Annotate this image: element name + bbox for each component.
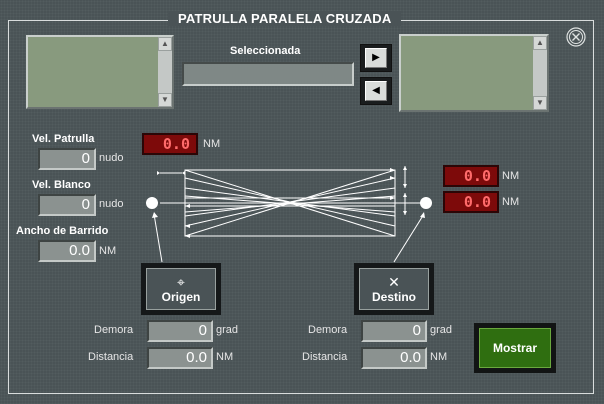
- origen-button[interactable]: ⌖ Origen: [141, 263, 221, 315]
- destino-button-label: Destino: [371, 290, 416, 304]
- vel-blanco-label: Vel. Blanco: [32, 179, 91, 191]
- ancho-barrido-unit: NM: [99, 245, 117, 257]
- scroll-up-arrow-icon[interactable]: ▲: [158, 37, 172, 51]
- mostrar-button-label: Mostrar: [479, 328, 551, 368]
- destination-list[interactable]: ▲ ▼: [399, 34, 549, 112]
- scroll-down-arrow-icon[interactable]: ▼: [533, 96, 547, 110]
- selection-label: Seleccionada: [230, 45, 301, 57]
- vel-patrulla-label: Vel. Patrulla: [32, 133, 95, 145]
- move-left-button[interactable]: ◀: [360, 77, 392, 105]
- track-spacing-unit: NM: [203, 138, 221, 150]
- right-bottom-readout: 0.0: [443, 191, 499, 213]
- origin-list[interactable]: ▲ ▼: [26, 35, 174, 109]
- origen-demora-unit: grad: [216, 324, 239, 336]
- mostrar-button[interactable]: Mostrar: [474, 323, 556, 373]
- destino-demora-unit: grad: [430, 324, 453, 336]
- right-bottom-unit: NM: [502, 196, 520, 208]
- destino-button[interactable]: ✕ Destino: [354, 263, 434, 315]
- scroll-down-arrow-icon[interactable]: ▼: [158, 93, 172, 107]
- right-top-unit: NM: [502, 170, 520, 182]
- ancho-barrido-label: Ancho de Barrido: [16, 225, 109, 237]
- arrow-right-icon: ▶: [365, 48, 387, 68]
- ancho-barrido-input[interactable]: 0.0: [38, 240, 96, 262]
- destino-demora-input[interactable]: 0: [361, 320, 427, 342]
- scroll-up-arrow-icon[interactable]: ▲: [533, 36, 547, 50]
- right-top-readout: 0.0: [443, 165, 499, 187]
- origen-demora-label: Demora: [94, 324, 134, 336]
- destino-button-face: ✕ Destino: [359, 268, 429, 310]
- selection-field[interactable]: [182, 62, 354, 86]
- destino-distancia-unit: NM: [430, 351, 448, 363]
- crosshair-icon: ⌖: [177, 274, 185, 290]
- vel-blanco-input[interactable]: 0: [38, 194, 96, 216]
- origen-button-face: ⌖ Origen: [146, 268, 216, 310]
- origen-demora-input[interactable]: 0: [147, 320, 213, 342]
- destino-distancia-input[interactable]: 0.0: [361, 347, 427, 369]
- origen-distancia-unit: NM: [216, 351, 234, 363]
- destino-demora-label: Demora: [308, 324, 348, 336]
- destino-distancia-label: Distancia: [302, 351, 348, 363]
- vel-patrulla-input[interactable]: 0: [38, 148, 96, 170]
- vel-patrulla-unit: nudo: [99, 152, 124, 164]
- patrol-window: PATRULLA PARALELA CRUZADA ▲ ▼ Selecciona…: [0, 0, 604, 404]
- origen-button-label: Origen: [161, 290, 201, 304]
- origen-distancia-label: Distancia: [88, 351, 134, 363]
- close-icon[interactable]: [565, 26, 587, 48]
- window-title: PATRULLA PARALELA CRUZADA: [168, 11, 402, 26]
- origen-distancia-input[interactable]: 0.0: [147, 347, 213, 369]
- move-right-button[interactable]: ▶: [360, 44, 392, 72]
- x-icon: ✕: [388, 274, 400, 290]
- track-spacing-readout: 0.0: [142, 133, 198, 155]
- vel-blanco-unit: nudo: [99, 198, 124, 210]
- arrow-left-icon: ◀: [365, 81, 387, 101]
